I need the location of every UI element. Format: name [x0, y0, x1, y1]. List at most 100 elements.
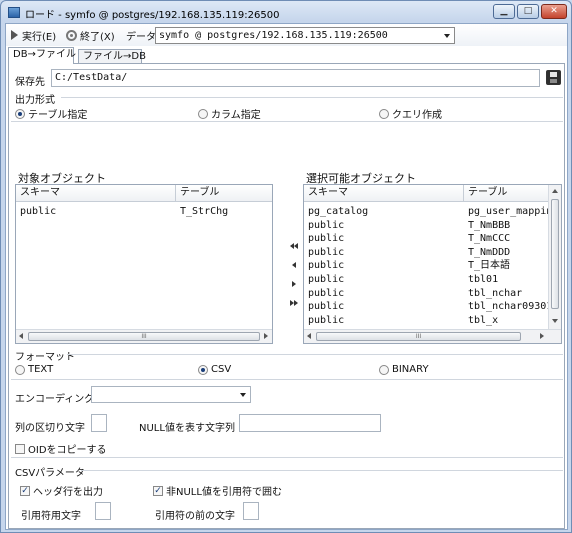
- checkbox-label: OIDをコピーする: [28, 445, 107, 456]
- radio-label: BINARY: [392, 364, 429, 375]
- vertical-scrollbar[interactable]: [548, 185, 561, 329]
- cell-schema: pg_catalog: [308, 206, 369, 217]
- window-title: ロード - symfo @ postgres/192.168.135.119:2…: [25, 10, 280, 21]
- radio-dot: [198, 364, 208, 375]
- add-all-button[interactable]: [287, 240, 301, 252]
- quote-char-label: 引用符用文字: [21, 511, 81, 522]
- table-row[interactable]: public T_日本語: [304, 259, 548, 272]
- column-header-schema[interactable]: スキーマ: [16, 185, 176, 202]
- table-row[interactable]: public tbl01: [304, 273, 548, 286]
- checkbox-label: 非NULL値を引用符で囲む: [166, 487, 282, 498]
- radio-label: カラム指定: [211, 110, 261, 121]
- remove-all-button[interactable]: [287, 297, 301, 309]
- escape-char-input[interactable]: [243, 502, 259, 520]
- cell-table: T_NmBBB: [468, 219, 511, 231]
- title-bar[interactable]: ロード - symfo @ postgres/192.168.135.119:2…: [1, 1, 571, 23]
- stop-button[interactable]: 終了(X): [66, 28, 115, 43]
- scroll-right-icon[interactable]: [264, 333, 268, 339]
- cell-table: pg_user_mappin: [468, 206, 548, 217]
- column-header-table[interactable]: テーブル: [464, 185, 548, 202]
- encoding-select[interactable]: [91, 386, 251, 403]
- scrollbar-thumb[interactable]: III: [28, 332, 260, 341]
- tab-db-to-file[interactable]: DB→ファイル: [8, 47, 76, 64]
- csv-params-divider: [81, 470, 563, 471]
- table-row[interactable]: pg_catalog pg_user_mappin: [304, 205, 548, 218]
- radio-table-spec[interactable]: テーブル指定: [15, 106, 87, 121]
- list-header: スキーマ テーブル: [304, 185, 548, 202]
- cell-table: tbl_x: [468, 314, 499, 326]
- tab-file-to-db[interactable]: ファイル→DB: [78, 49, 146, 64]
- encoding-label: エンコーディング: [15, 394, 95, 405]
- cell-table: T_NmCCC: [468, 233, 511, 245]
- radio-dot: [15, 364, 25, 375]
- horizontal-scrollbar[interactable]: III: [304, 329, 561, 343]
- radio-dot: [379, 364, 389, 375]
- null-string-input[interactable]: [239, 414, 381, 432]
- run-label: 実行(E): [22, 31, 57, 43]
- scroll-left-icon[interactable]: [307, 333, 311, 339]
- minimize-button[interactable]: ▁: [493, 4, 515, 19]
- cell-schema: public: [308, 301, 345, 313]
- list-header: スキーマ テーブル: [16, 185, 272, 202]
- save-to-input[interactable]: C:/TestData/: [51, 69, 540, 87]
- radio-text[interactable]: TEXT: [15, 364, 53, 375]
- scrollbar-thumb[interactable]: [551, 199, 559, 309]
- maximize-button[interactable]: □: [517, 4, 539, 19]
- scroll-up-icon[interactable]: [552, 189, 558, 193]
- delimiter-input[interactable]: [91, 414, 107, 432]
- null-string-label: NULL値を表す文字列: [139, 423, 235, 434]
- table-row[interactable]: public tbl_nchar09301: [304, 300, 548, 313]
- radio-label: TEXT: [28, 364, 54, 375]
- header-row-checkbox[interactable]: ✓ ヘッダ行を出力: [20, 483, 103, 498]
- close-button[interactable]: ✕: [541, 4, 567, 19]
- play-icon: [11, 30, 18, 40]
- cell-table: tbl_nchar: [468, 287, 523, 299]
- available-objects-list[interactable]: スキーマ テーブル pg_catalog pg_user_mappinpublic…: [303, 184, 562, 344]
- cell-schema: public: [308, 287, 345, 299]
- scroll-left-icon[interactable]: [19, 333, 23, 339]
- table-row[interactable]: public T_NmDDD: [304, 246, 548, 259]
- cell-schema: public: [308, 233, 345, 245]
- scroll-down-icon[interactable]: [552, 319, 558, 323]
- force-quote-checkbox[interactable]: ✓ 非NULL値を引用符で囲む: [153, 483, 282, 498]
- table-row[interactable]: public tbl_x: [304, 314, 548, 327]
- radio-query-create[interactable]: クエリ作成: [379, 106, 442, 121]
- chevron-down-icon: [444, 34, 450, 38]
- column-header-table[interactable]: テーブル: [176, 185, 272, 202]
- remove-one-button[interactable]: [287, 278, 301, 290]
- cell-schema: public: [308, 274, 345, 285]
- radio-dot: [379, 108, 389, 119]
- output-format-divider: [61, 97, 563, 98]
- quote-char-input[interactable]: [95, 502, 111, 520]
- cell-table: T_日本語: [468, 260, 511, 272]
- radio-csv[interactable]: CSV: [198, 364, 231, 375]
- horizontal-scrollbar[interactable]: III: [16, 329, 272, 343]
- column-header-schema[interactable]: スキーマ: [304, 185, 464, 202]
- radio-column-spec[interactable]: カラム指定: [198, 106, 261, 121]
- radio-binary[interactable]: BINARY: [379, 364, 429, 375]
- run-button[interactable]: 実行(E): [11, 28, 57, 43]
- add-one-button[interactable]: [287, 259, 301, 271]
- stop-label: 終了(X): [80, 31, 115, 43]
- toolbar: 実行(E) 終了(X) データベース symfo @ postgres/192.…: [6, 24, 567, 46]
- scroll-right-icon[interactable]: [540, 333, 544, 339]
- cell-schema: public: [308, 219, 345, 231]
- table-row[interactable]: public T_StrChg: [16, 205, 272, 218]
- radio-dot: [15, 108, 25, 119]
- copy-oid-checkbox[interactable]: OIDをコピーする: [15, 441, 107, 456]
- save-icon[interactable]: [546, 70, 561, 85]
- cell-schema: public: [308, 246, 345, 258]
- cell-table: tbl01: [468, 274, 499, 285]
- table-row[interactable]: public tbl_nchar: [304, 287, 548, 300]
- radio-dot: [198, 108, 208, 119]
- table-row[interactable]: public T_NmCCC: [304, 232, 548, 245]
- table-row[interactable]: public T_NmBBB: [304, 219, 548, 232]
- scrollbar-thumb[interactable]: III: [316, 332, 521, 341]
- output-format-label: 出力形式: [15, 95, 55, 106]
- app-icon: [8, 7, 20, 18]
- escape-char-label: 引用符の前の文字: [155, 511, 235, 522]
- database-select[interactable]: symfo @ postgres/192.168.135.119:26500: [155, 27, 455, 44]
- target-objects-list[interactable]: スキーマ テーブル public T_StrChg III: [15, 184, 273, 344]
- client-area: 実行(E) 終了(X) データベース symfo @ postgres/192.…: [5, 23, 568, 530]
- cell-schema: public: [308, 260, 345, 272]
